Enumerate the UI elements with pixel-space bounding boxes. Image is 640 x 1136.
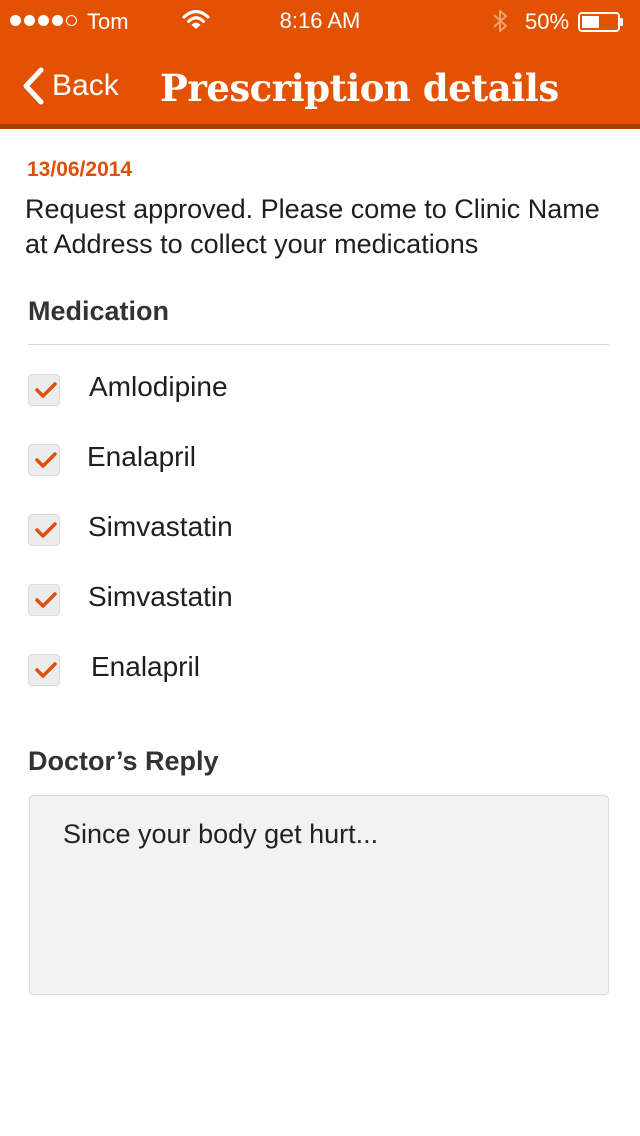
status-bar: Tom 8:16 AM 50%	[0, 0, 640, 42]
medication-heading: Medication	[28, 296, 170, 326]
checkbox[interactable]	[28, 654, 60, 686]
doctor-reply-heading: Doctor’s Reply	[28, 746, 219, 776]
bluetooth-icon	[493, 10, 507, 32]
back-button-label: Back	[52, 69, 119, 102]
medication-item[interactable]: Enalapril	[28, 441, 196, 477]
medication-name: Simvastatin	[88, 581, 233, 612]
medication-item[interactable]: Simvastatin	[28, 581, 233, 617]
battery-percentage: 50%	[525, 9, 570, 34]
section-divider	[28, 344, 609, 345]
header-shadow	[0, 124, 640, 129]
doctor-reply-box[interactable]: Since your body get hurt...	[29, 795, 609, 995]
medication-item[interactable]: Enalapril	[28, 651, 200, 687]
medication-item[interactable]: Simvastatin	[28, 511, 233, 547]
checkbox[interactable]	[28, 514, 60, 546]
medication-name: Enalapril	[91, 651, 200, 682]
request-status-message: Request approved. Please come to Clinic …	[25, 194, 600, 259]
medication-item[interactable]: Amlodipine	[28, 371, 228, 407]
battery-icon	[578, 12, 623, 32]
medication-name: Enalapril	[87, 441, 196, 472]
navigation-bar: Back Prescription details	[0, 42, 640, 124]
checkmark-icon	[35, 522, 57, 538]
doctor-reply-text: Since your body get hurt...	[63, 819, 379, 849]
medication-name: Amlodipine	[89, 371, 228, 402]
checkmark-icon	[35, 592, 57, 608]
checkmark-icon	[35, 452, 57, 468]
checkmark-icon	[35, 382, 57, 398]
chevron-left-icon	[23, 67, 44, 105]
medication-name: Simvastatin	[88, 511, 233, 542]
checkbox[interactable]	[28, 374, 60, 406]
page-title: Prescription details	[160, 66, 559, 110]
checkbox[interactable]	[28, 584, 60, 616]
request-date: 13/06/2014	[27, 158, 133, 181]
back-button[interactable]: Back	[20, 66, 119, 106]
checkbox[interactable]	[28, 444, 60, 476]
checkmark-icon	[35, 662, 57, 678]
